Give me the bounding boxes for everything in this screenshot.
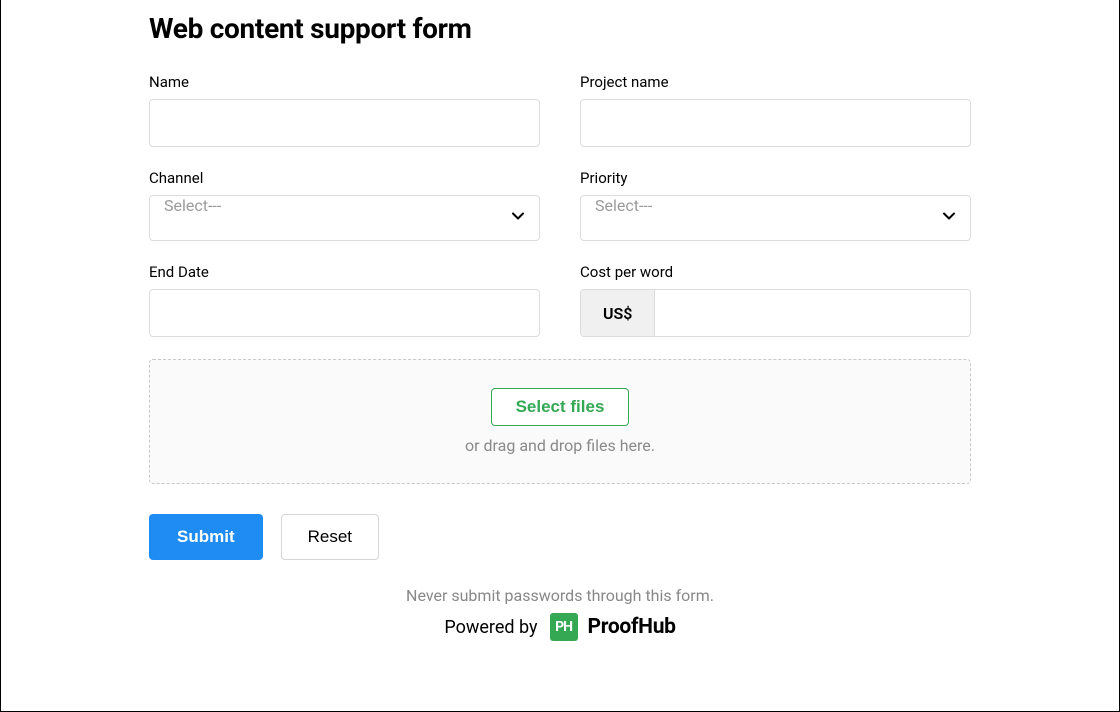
cost-per-word-label: Cost per word <box>580 263 971 281</box>
page-title: Web content support form <box>149 12 971 45</box>
dropzone-hint: or drag and drop files here. <box>150 436 970 455</box>
select-files-button[interactable]: Select files <box>491 388 630 426</box>
cost-per-word-group: US$ <box>580 289 971 337</box>
name-label: Name <box>149 73 540 91</box>
brand: PH ProofHub <box>550 613 676 641</box>
reset-button[interactable]: Reset <box>281 514 379 560</box>
channel-select[interactable]: Select--- <box>149 195 540 241</box>
submit-button[interactable]: Submit <box>149 514 263 560</box>
priority-select[interactable]: Select--- <box>580 195 971 241</box>
currency-prefix: US$ <box>581 290 655 336</box>
brand-name: ProofHub <box>588 615 676 639</box>
disclaimer-text: Never submit passwords through this form… <box>149 586 971 605</box>
end-date-label: End Date <box>149 263 540 281</box>
project-name-input[interactable] <box>580 99 971 147</box>
name-input[interactable] <box>149 99 540 147</box>
cost-per-word-input[interactable] <box>655 290 970 336</box>
priority-label: Priority <box>580 169 971 187</box>
powered-by-text: Powered by <box>444 617 537 638</box>
file-dropzone[interactable]: Select files or drag and drop files here… <box>149 359 971 484</box>
project-name-label: Project name <box>580 73 971 91</box>
channel-label: Channel <box>149 169 540 187</box>
end-date-input[interactable] <box>149 289 540 337</box>
brand-logo-icon: PH <box>550 613 578 641</box>
